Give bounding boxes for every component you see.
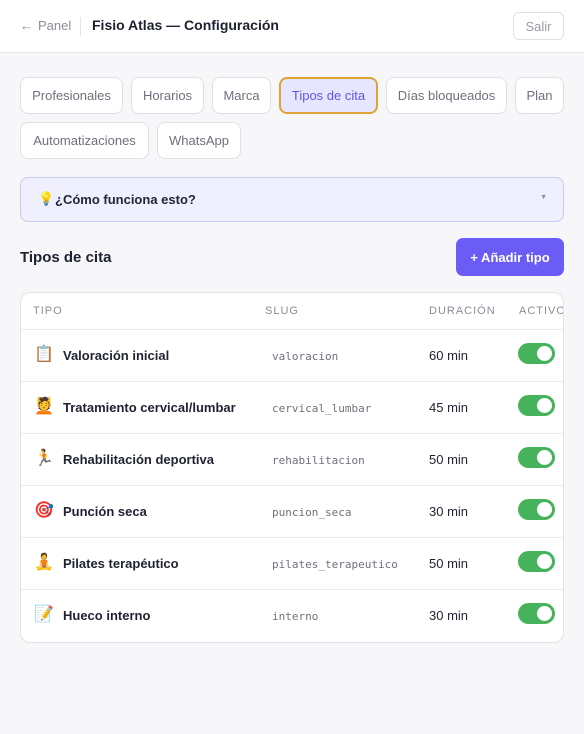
table-row[interactable]: 📋 Valoración inicial valoracion 60 min	[21, 330, 563, 382]
type-slug: pilates_terapeutico	[272, 558, 398, 571]
tab-plan[interactable]: Plan	[515, 77, 564, 114]
active-toggle[interactable]	[518, 343, 555, 364]
table-row[interactable]: 💆 Tratamiento cervical/lumbar cervical_l…	[21, 382, 563, 434]
type-slug: puncion_seca	[272, 506, 352, 519]
type-duration: 50 min	[429, 452, 469, 467]
arrow-left-icon: ←	[20, 18, 33, 33]
back-to-panel-link[interactable]: ← Panel	[20, 18, 71, 33]
type-name: Punción seca	[63, 504, 147, 519]
tab-marca[interactable]: Marca	[212, 77, 271, 114]
active-toggle[interactable]	[518, 395, 555, 416]
type-duration: 30 min	[429, 608, 469, 623]
type-name: Valoración inicial	[63, 348, 170, 363]
tab-tipos-de-cita[interactable]: Tipos de cita	[279, 77, 378, 114]
type-slug: interno	[272, 610, 319, 623]
add-type-button[interactable]: + Añadir tipo	[456, 238, 564, 276]
type-name: Tratamiento cervical/lumbar	[63, 400, 236, 415]
lightbulb-icon: 💡	[38, 191, 55, 206]
type-duration: 45 min	[429, 400, 469, 415]
tab-whatsapp[interactable]: WhatsApp	[157, 122, 241, 159]
tab-automatizaciones[interactable]: Automatizaciones	[20, 122, 149, 159]
column-header-slug: SLUG	[265, 305, 299, 317]
page-title: Fisio Atlas — Configuración	[92, 17, 279, 33]
column-header-tipo: TIPO	[33, 305, 63, 317]
tab-horarios[interactable]: Horarios	[131, 77, 204, 114]
active-toggle[interactable]	[518, 551, 555, 572]
section-title: Tipos de cita	[20, 249, 112, 266]
appointment-types-table: TIPO SLUG DURACIÓN ACTIVO 📋 Valoración i…	[20, 292, 564, 643]
type-name: Pilates terapéutico	[63, 556, 179, 571]
massage-icon: 💆	[34, 398, 54, 415]
type-name: Hueco interno	[63, 608, 151, 623]
tab-dias-bloqueados[interactable]: Días bloqueados	[386, 77, 507, 114]
type-slug: valoracion	[272, 350, 339, 363]
toggle-knob	[537, 346, 552, 361]
top-bar: ← Panel Fisio Atlas — Configuración Sali…	[0, 0, 584, 53]
type-duration: 50 min	[429, 556, 469, 571]
chevron-down-icon: ▼	[540, 194, 547, 201]
toggle-knob	[537, 606, 552, 621]
how-it-works-accordion[interactable]: 💡 ¿Cómo funciona esto? ▼	[20, 177, 564, 222]
yoga-icon: 🧘	[34, 554, 54, 571]
table-row[interactable]: 🎯 Punción seca puncion_seca 30 min	[21, 486, 563, 538]
column-header-activo: ACTIVO	[519, 305, 564, 317]
toggle-knob	[537, 398, 552, 413]
target-icon: 🎯	[34, 502, 54, 519]
table-row[interactable]: 🏃 Rehabilitación deportiva rehabilitacio…	[21, 434, 563, 486]
active-toggle[interactable]	[518, 447, 555, 468]
type-duration: 30 min	[429, 504, 469, 519]
active-toggle[interactable]	[518, 499, 555, 520]
exit-button[interactable]: Salir	[513, 12, 564, 40]
memo-icon: 📝	[34, 606, 54, 623]
toggle-knob	[537, 554, 552, 569]
toggle-knob	[537, 502, 552, 517]
clipboard-icon: 📋	[34, 346, 54, 363]
table-row[interactable]: 📝 Hueco interno interno 30 min	[21, 590, 563, 642]
header-divider	[80, 17, 81, 36]
active-toggle[interactable]	[518, 603, 555, 624]
type-slug: cervical_lumbar	[272, 402, 372, 415]
back-label: Panel	[38, 18, 72, 33]
column-header-duracion: DURACIÓN	[429, 305, 496, 317]
accordion-title: ¿Cómo funciona esto?	[55, 192, 196, 207]
table-header: TIPO SLUG DURACIÓN ACTIVO	[21, 293, 564, 330]
table-row[interactable]: 🧘 Pilates terapéutico pilates_terapeutic…	[21, 538, 563, 590]
toggle-knob	[537, 450, 552, 465]
type-duration: 60 min	[429, 348, 469, 363]
tab-profesionales[interactable]: Profesionales	[20, 77, 123, 114]
runner-icon: 🏃	[34, 450, 54, 467]
type-slug: rehabilitacion	[272, 454, 365, 467]
type-name: Rehabilitación deportiva	[63, 452, 214, 467]
